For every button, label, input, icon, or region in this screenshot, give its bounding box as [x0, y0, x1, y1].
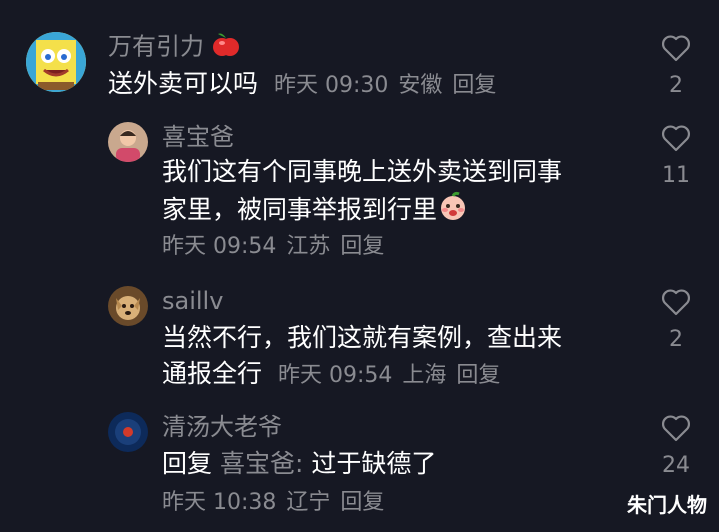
comment-meta: 昨天 09:54 江苏 回复 [162, 232, 394, 262]
like-button[interactable]: 11 [646, 124, 706, 190]
like-button[interactable]: 24 [646, 414, 706, 480]
like-button[interactable]: 2 [646, 288, 706, 354]
reply-button[interactable]: 回复 [340, 234, 384, 259]
comment-text: 回复 喜宝爸: 过于缺德了 [162, 446, 436, 482]
comment-text: 送外卖可以吗 昨天 09:30 安徽 回复 [108, 66, 506, 102]
blue-circle-avatar-image [108, 412, 148, 452]
avatar[interactable] [108, 286, 148, 326]
location: 辽宁 [286, 490, 331, 515]
comment-meta: 昨天 09:54 上海 回复 [278, 363, 510, 388]
reply-prefix: 回复 [162, 449, 213, 478]
timestamp: 昨天 09:54 [162, 234, 277, 259]
timestamp: 昨天 09:30 [273, 73, 389, 98]
like-button[interactable]: 2 [646, 34, 706, 100]
avatar[interactable] [26, 32, 86, 92]
reply-text: 过于缺德了 [311, 449, 437, 478]
username[interactable]: 喜宝爸 [162, 122, 234, 152]
comment-text-line: 我们这有个同事晚上送外卖送到同事 [162, 157, 563, 186]
heart-icon [662, 125, 690, 152]
comment-meta: 昨天 10:38 辽宁 回复 [162, 488, 394, 518]
comment-text: 我们这有个同事晚上送外卖送到同事 家里，被同事举报到行里 [162, 154, 562, 232]
comment-meta: 昨天 09:30 安徽 回复 [274, 73, 506, 98]
like-count: 24 [662, 453, 690, 478]
heart-icon [662, 35, 690, 62]
dog-avatar-image [108, 286, 148, 326]
location: 江苏 [286, 234, 331, 259]
embarrassed-emoji-icon [437, 190, 469, 232]
comment-text-line: 家里，被同事举报到行里 [162, 190, 562, 232]
reply-mention[interactable]: 喜宝爸: [220, 449, 303, 478]
username[interactable]: 万有引力 [108, 30, 240, 65]
apple-emoji-icon [212, 30, 240, 65]
avatar[interactable] [108, 122, 148, 162]
comment-text: 当然不行，我们这就有案例，查出来 通报全行 昨天 09:54 上海 回复 [162, 320, 562, 392]
reply-button[interactable]: 回复 [340, 490, 384, 515]
reply-button[interactable]: 回复 [452, 73, 496, 98]
timestamp: 昨天 09:54 [277, 363, 393, 388]
location: 安徽 [398, 73, 443, 98]
like-count: 2 [669, 327, 683, 352]
spongebob-avatar-image [26, 32, 86, 92]
location: 上海 [402, 363, 447, 388]
like-count: 2 [669, 73, 683, 98]
heart-icon [662, 415, 690, 442]
comment-text-line: 通报全行 昨天 09:54 上海 回复 [162, 356, 562, 392]
heart-icon [662, 289, 690, 316]
username[interactable]: saillv [162, 286, 223, 316]
avatar[interactable] [108, 412, 148, 452]
comment-text-line: 当然不行，我们这就有案例，查出来 [162, 323, 563, 352]
timestamp: 昨天 10:38 [162, 490, 277, 515]
person-avatar-image [108, 122, 148, 162]
watermark: 朱门人物 [627, 493, 707, 517]
reply-button[interactable]: 回复 [456, 363, 500, 388]
like-count: 11 [662, 163, 690, 188]
username[interactable]: 清汤大老爷 [162, 412, 282, 442]
